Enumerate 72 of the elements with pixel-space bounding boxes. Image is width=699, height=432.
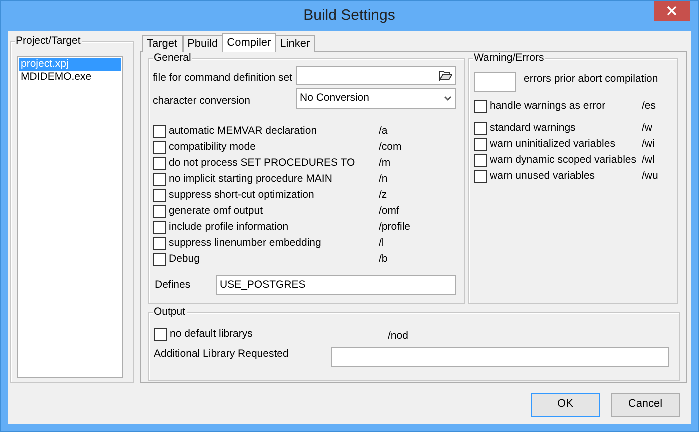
group-label: Warning/Errors	[473, 52, 546, 64]
chevron-down-icon	[444, 96, 452, 101]
group-label: Project/Target	[15, 35, 82, 47]
checkbox-label: suppress short-cut optimization	[169, 188, 316, 202]
field-label: Additional Library Requested	[154, 348, 290, 361]
checkbox[interactable]	[153, 156, 166, 170]
checkbox-label: handle warnings as error	[490, 100, 607, 112]
window-title: Build Settings	[304, 7, 396, 25]
checkbox-label: no implicit starting procedure MAIN	[169, 172, 334, 186]
switch-label: /n	[379, 172, 388, 186]
dialog-button[interactable]: OK	[531, 393, 600, 417]
field-label: character conversion	[153, 95, 252, 108]
text-field[interactable]: USE_POSTGRES	[216, 275, 456, 295]
number-field[interactable]	[474, 72, 516, 92]
switch-label: /com	[379, 140, 402, 154]
switch-label: /nod	[388, 330, 408, 343]
tab[interactable]: Compiler	[222, 33, 276, 52]
checkbox-label: automatic MEMVAR declaration	[169, 124, 318, 138]
switch-label: /wi	[642, 138, 655, 150]
tab[interactable]: Pbuild	[182, 35, 224, 52]
switch-label: /omf	[379, 204, 400, 218]
checkbox-label: standard warnings	[490, 122, 577, 134]
switch-label: /a	[379, 124, 388, 138]
checkbox[interactable]	[153, 220, 166, 234]
checkbox-label: include profile information	[169, 220, 290, 234]
switch-label: /wl	[642, 154, 655, 166]
checkbox[interactable]	[153, 252, 166, 266]
checkbox[interactable]	[153, 140, 166, 154]
dropdown[interactable]: No Conversion	[296, 88, 456, 109]
checkbox-label: compatibility mode	[169, 140, 257, 154]
switch-label: /l	[379, 236, 384, 250]
group-label: General	[153, 52, 192, 64]
checkbox-label: Debug	[169, 252, 201, 266]
switch-label: /w	[642, 122, 652, 134]
checkbox[interactable]	[154, 328, 167, 340]
checkbox-label: no default librarys	[170, 328, 254, 340]
checkbox-label: warn dynamic scoped variables	[490, 154, 638, 166]
close-icon	[667, 6, 677, 16]
tab[interactable]: Linker	[275, 35, 316, 52]
text-field[interactable]	[331, 347, 669, 367]
checkbox[interactable]	[153, 204, 166, 218]
switch-label: /b	[379, 252, 388, 266]
checkbox[interactable]	[153, 188, 166, 202]
close-button[interactable]	[654, 1, 690, 21]
checkbox[interactable]	[474, 170, 487, 182]
switch-label: /m	[379, 156, 391, 170]
switch-label: /es	[642, 100, 656, 112]
field-label: file for command definition set	[153, 72, 294, 85]
checkbox[interactable]	[474, 122, 487, 134]
checkbox[interactable]	[153, 172, 166, 186]
checkbox[interactable]	[474, 138, 487, 150]
checkbox[interactable]	[153, 236, 166, 250]
checkbox[interactable]	[474, 154, 487, 166]
checkbox-label: suppress linenumber embedding	[169, 236, 322, 250]
group-label: Output	[153, 306, 187, 318]
list-item[interactable]: MDIDEMO.exe	[19, 71, 121, 84]
switch-label: /profile	[379, 220, 411, 234]
dialog-button[interactable]: Cancel	[611, 393, 680, 417]
dropdown-value: No Conversion	[300, 92, 370, 105]
checkbox[interactable]	[474, 100, 487, 112]
field-label: errors prior abort compilation	[524, 72, 658, 86]
tab[interactable]: Target	[142, 35, 183, 52]
field-label: Defines	[155, 278, 192, 292]
switch-label: /wu	[642, 170, 658, 182]
checkbox-label: generate omf output	[169, 204, 264, 218]
checkbox[interactable]	[153, 124, 166, 138]
checkbox-label: warn unused variables	[490, 170, 596, 182]
checkbox-label: warn uninitialized variables	[490, 138, 616, 150]
switch-label: /z	[379, 188, 388, 202]
checkbox-label: do not process SET PROCEDURES TO	[169, 156, 356, 170]
open-folder-icon[interactable]	[439, 70, 452, 81]
file-input-field[interactable]	[296, 66, 456, 85]
